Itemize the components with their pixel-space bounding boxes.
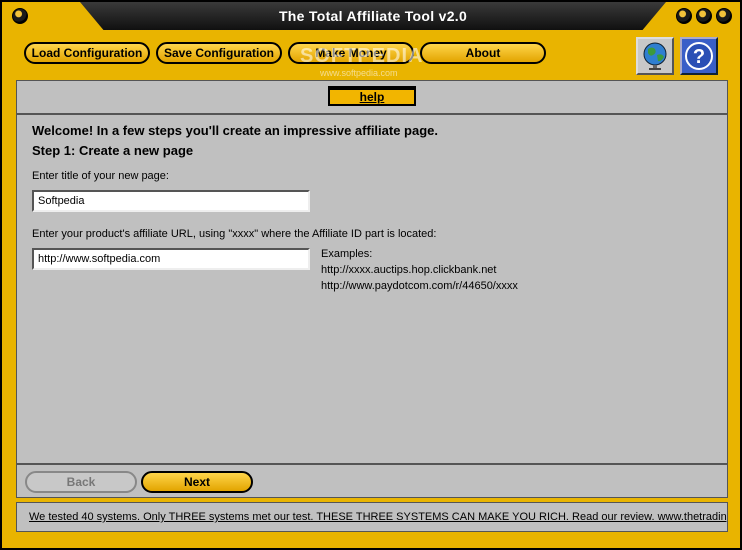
step-heading: Step 1: Create a new page (32, 143, 194, 158)
wizard-panel: help Welcome! In a few steps you'll crea… (16, 80, 728, 464)
system-menu-icon[interactable] (12, 8, 28, 24)
app-window: The Total Affiliate Tool v2.0 Load Confi… (0, 0, 742, 550)
welcome-heading: Welcome! In a few steps you'll create an… (32, 123, 439, 138)
affiliate-url-input[interactable]: http://www.softpedia.com (32, 248, 310, 270)
url-field-label: Enter your product's affiliate URL, usin… (32, 228, 437, 240)
help-strip: help (17, 81, 727, 115)
softpedia-watermark-url: www.softpedia.com (320, 68, 398, 78)
about-button[interactable]: About (420, 42, 546, 64)
next-button[interactable]: Next (141, 471, 253, 493)
examples-label: Examples: (321, 248, 373, 260)
help-question-button[interactable]: ? (680, 37, 718, 75)
save-configuration-button[interactable]: Save Configuration (156, 42, 282, 64)
load-configuration-button[interactable]: Load Configuration (24, 42, 150, 64)
back-button[interactable]: Back (25, 471, 137, 493)
examples-block: Examples: http://xxxx.auctips.hop.clickb… (321, 246, 518, 294)
minimize-icon[interactable] (676, 8, 692, 24)
globe-icon (643, 42, 667, 70)
bottom-border (2, 536, 740, 548)
navigation-bar: Back Next (16, 464, 728, 498)
question-icon: ? (685, 42, 713, 70)
example-url-1: http://xxxx.auctips.hop.clickbank.net (321, 264, 497, 276)
ticker-link[interactable]: We tested 40 systems. Only THREE systems… (29, 511, 727, 523)
window-title: The Total Affiliate Tool v2.0 (80, 2, 666, 30)
maximize-icon[interactable] (696, 8, 712, 24)
svg-text:?: ? (693, 46, 705, 68)
title-bar: The Total Affiliate Tool v2.0 (2, 2, 740, 32)
help-button[interactable]: help (328, 86, 416, 106)
close-icon[interactable] (716, 8, 732, 24)
page-title-input[interactable]: Softpedia (32, 190, 310, 212)
news-ticker: We tested 40 systems. Only THREE systems… (16, 502, 728, 532)
web-globe-button[interactable] (636, 37, 674, 75)
title-field-label: Enter title of your new page: (32, 170, 169, 182)
example-url-2: http://www.paydotcom.com/r/44650/xxxx (321, 280, 518, 292)
softpedia-watermark: SOFTPEDIA (300, 45, 424, 67)
